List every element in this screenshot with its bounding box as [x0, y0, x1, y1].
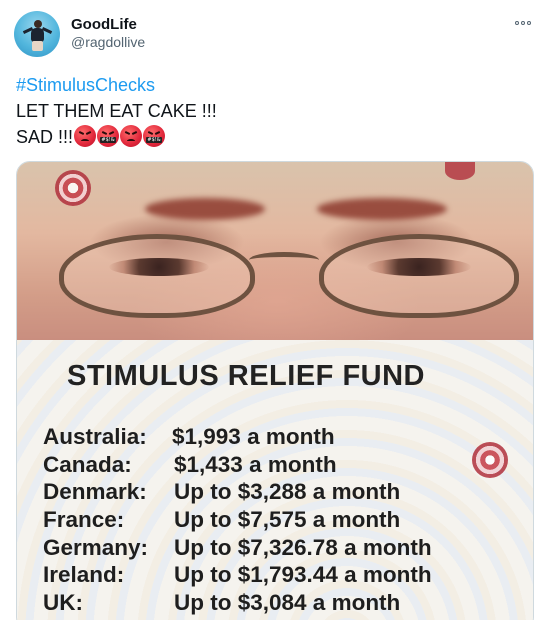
country-label: Germany:	[43, 534, 149, 560]
virus-graphic-icon	[55, 170, 91, 206]
more-dot-icon	[515, 21, 519, 25]
eye-shape	[109, 258, 209, 276]
amount-value: Up to $1,793.44 a month	[174, 562, 432, 588]
avatar-figure-legs	[32, 41, 43, 51]
country-label: Canada:	[43, 451, 132, 477]
face-with-symbols-icon: #$!&	[143, 125, 166, 147]
avatar[interactable]	[14, 11, 60, 57]
country-label: France:	[43, 507, 125, 533]
amount-value: Up to $7,575 a month	[174, 507, 401, 533]
amount-value: $1,433 a month	[174, 451, 337, 477]
more-options-button[interactable]	[512, 16, 534, 30]
sign-title: STIMULUS RELIEF FUND	[67, 360, 425, 392]
enraged-face-icon	[74, 125, 97, 147]
eye-shape	[367, 258, 471, 276]
photo-face-closeup	[17, 162, 533, 340]
virus-graphic-icon	[472, 442, 508, 478]
eyebrow-shape	[145, 198, 265, 220]
eyebrow-shape	[317, 198, 447, 220]
country-label: UK:	[43, 590, 83, 616]
tweet-media-image[interactable]: STIMULUS RELIEF FUND Australia: $1,993 a…	[16, 161, 534, 620]
tweet-line: LET THEM EAT CAKE !!!	[16, 101, 217, 121]
amount-value: Up to $3,084 a month	[174, 590, 401, 616]
more-dot-icon	[527, 21, 531, 25]
avatar-figure-head	[34, 20, 42, 28]
enraged-face-icon	[120, 125, 143, 147]
virus-graphic-icon	[445, 162, 475, 180]
glasses-lens	[59, 234, 255, 318]
tweet-line: SAD !!!	[16, 127, 74, 147]
amount-value: Up to $3,288 a month	[174, 479, 401, 505]
display-name[interactable]: GoodLife	[71, 16, 137, 33]
country-label: Australia:	[43, 424, 147, 449]
user-handle[interactable]: @ragdollive	[71, 34, 145, 50]
country-label: Ireland:	[43, 562, 125, 588]
country-label: Denmark:	[43, 479, 147, 505]
avatar-figure-body	[31, 28, 44, 42]
tweet-line-with-emoji: SAD !!! #$!& #$!&	[16, 124, 526, 150]
glasses-lens	[319, 234, 519, 318]
face-with-symbols-icon: #$!&	[97, 125, 120, 147]
glasses-bridge	[249, 252, 319, 268]
hashtag-link[interactable]: #StimulusChecks	[16, 75, 155, 95]
amount-value: Up to $7,326.78 a month	[174, 534, 432, 560]
tweet[interactable]: GoodLife @ragdollive #StimulusChecks LET…	[0, 0, 543, 620]
more-dot-icon	[521, 21, 525, 25]
tweet-text: #StimulusChecks LET THEM EAT CAKE !!! SA…	[16, 72, 526, 150]
amount-value: $1,993 a month	[172, 424, 335, 449]
